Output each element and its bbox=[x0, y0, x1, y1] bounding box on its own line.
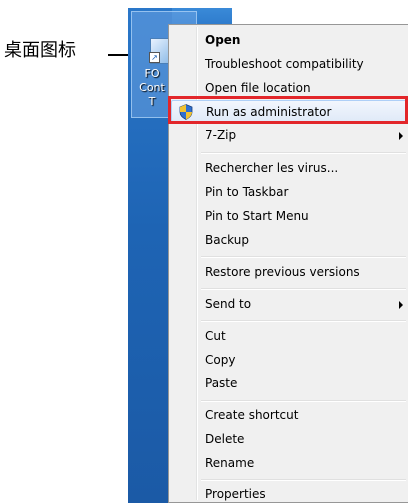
menu-item-label: Restore previous versions bbox=[205, 265, 360, 279]
menu-item-properties[interactable]: Properties bbox=[171, 483, 407, 503]
desktop-icon-label-line-2: Cont bbox=[139, 81, 165, 94]
menu-item-open-file-location[interactable]: Open file location bbox=[171, 77, 407, 99]
menu-item-label: Copy bbox=[205, 353, 236, 367]
menu-item-create-shortcut[interactable]: Create shortcut bbox=[171, 404, 407, 426]
menu-item-label: Cut bbox=[205, 329, 226, 343]
menu-item-label: Create shortcut bbox=[205, 408, 299, 422]
menu-item-cut[interactable]: Cut bbox=[171, 325, 407, 347]
menu-item-label: Pin to Taskbar bbox=[205, 185, 289, 199]
shortcut-arrow-icon: ↗ bbox=[149, 52, 160, 63]
menu-item-send-to[interactable]: Send to bbox=[171, 293, 407, 315]
uac-shield-icon bbox=[179, 104, 193, 120]
submenu-arrow-icon bbox=[399, 301, 403, 309]
menu-item-label: Open file location bbox=[205, 81, 311, 95]
menu-separator bbox=[201, 320, 406, 322]
menu-item-label: Send to bbox=[205, 297, 252, 311]
menu-separator bbox=[201, 256, 406, 258]
menu-item-delete[interactable]: Delete bbox=[171, 428, 407, 450]
menu-separator bbox=[201, 288, 406, 290]
desktop-icon-label-line-1: FO bbox=[144, 67, 160, 80]
menu-item-label: Rechercher les virus... bbox=[205, 161, 339, 175]
menu-item-troubleshoot-compatibility[interactable]: Troubleshoot compatibility bbox=[171, 53, 407, 75]
callout-label: 桌面图标 bbox=[4, 40, 76, 61]
menu-item-run-as-administrator[interactable]: Run as administrator bbox=[171, 100, 407, 122]
menu-item-pin-to-taskbar[interactable]: Pin to Taskbar bbox=[171, 181, 407, 203]
callout-line bbox=[108, 54, 128, 56]
menu-item-7zip[interactable]: 7-Zip bbox=[171, 124, 407, 146]
menu-item-restore-previous-versions[interactable]: Restore previous versions bbox=[171, 261, 407, 283]
menu-item-scan-viruses[interactable]: Rechercher les virus... bbox=[171, 157, 407, 179]
menu-item-paste[interactable]: Paste bbox=[171, 372, 407, 394]
menu-item-rename[interactable]: Rename bbox=[171, 452, 407, 474]
menu-item-pin-to-start-menu[interactable]: Pin to Start Menu bbox=[171, 205, 407, 227]
menu-item-label: Backup bbox=[205, 233, 249, 247]
menu-item-backup[interactable]: Backup bbox=[171, 229, 407, 251]
menu-item-copy[interactable]: Copy bbox=[171, 349, 407, 371]
menu-separator bbox=[201, 479, 406, 481]
menu-item-label: Pin to Start Menu bbox=[205, 209, 309, 223]
submenu-arrow-icon bbox=[399, 132, 403, 140]
menu-separator bbox=[201, 152, 406, 154]
menu-item-label: Run as administrator bbox=[206, 105, 332, 119]
menu-separator bbox=[201, 400, 406, 402]
menu-item-label: Delete bbox=[205, 432, 245, 446]
menu-item-label: Properties bbox=[205, 487, 266, 501]
context-menu: Open Troubleshoot compatibility Open fil… bbox=[168, 24, 408, 503]
menu-item-label: Paste bbox=[205, 376, 238, 390]
desktop-icon-label-line-3: T bbox=[148, 95, 156, 108]
menu-item-label: 7-Zip bbox=[205, 128, 237, 142]
menu-item-label: Troubleshoot compatibility bbox=[205, 57, 364, 71]
menu-item-label: Open bbox=[205, 33, 241, 47]
menu-item-open[interactable]: Open bbox=[171, 29, 407, 51]
menu-item-label: Rename bbox=[205, 456, 255, 470]
screenshot-stage: 桌面图标 ↗ FO Cont T Open Troubleshoot compa… bbox=[0, 0, 408, 503]
